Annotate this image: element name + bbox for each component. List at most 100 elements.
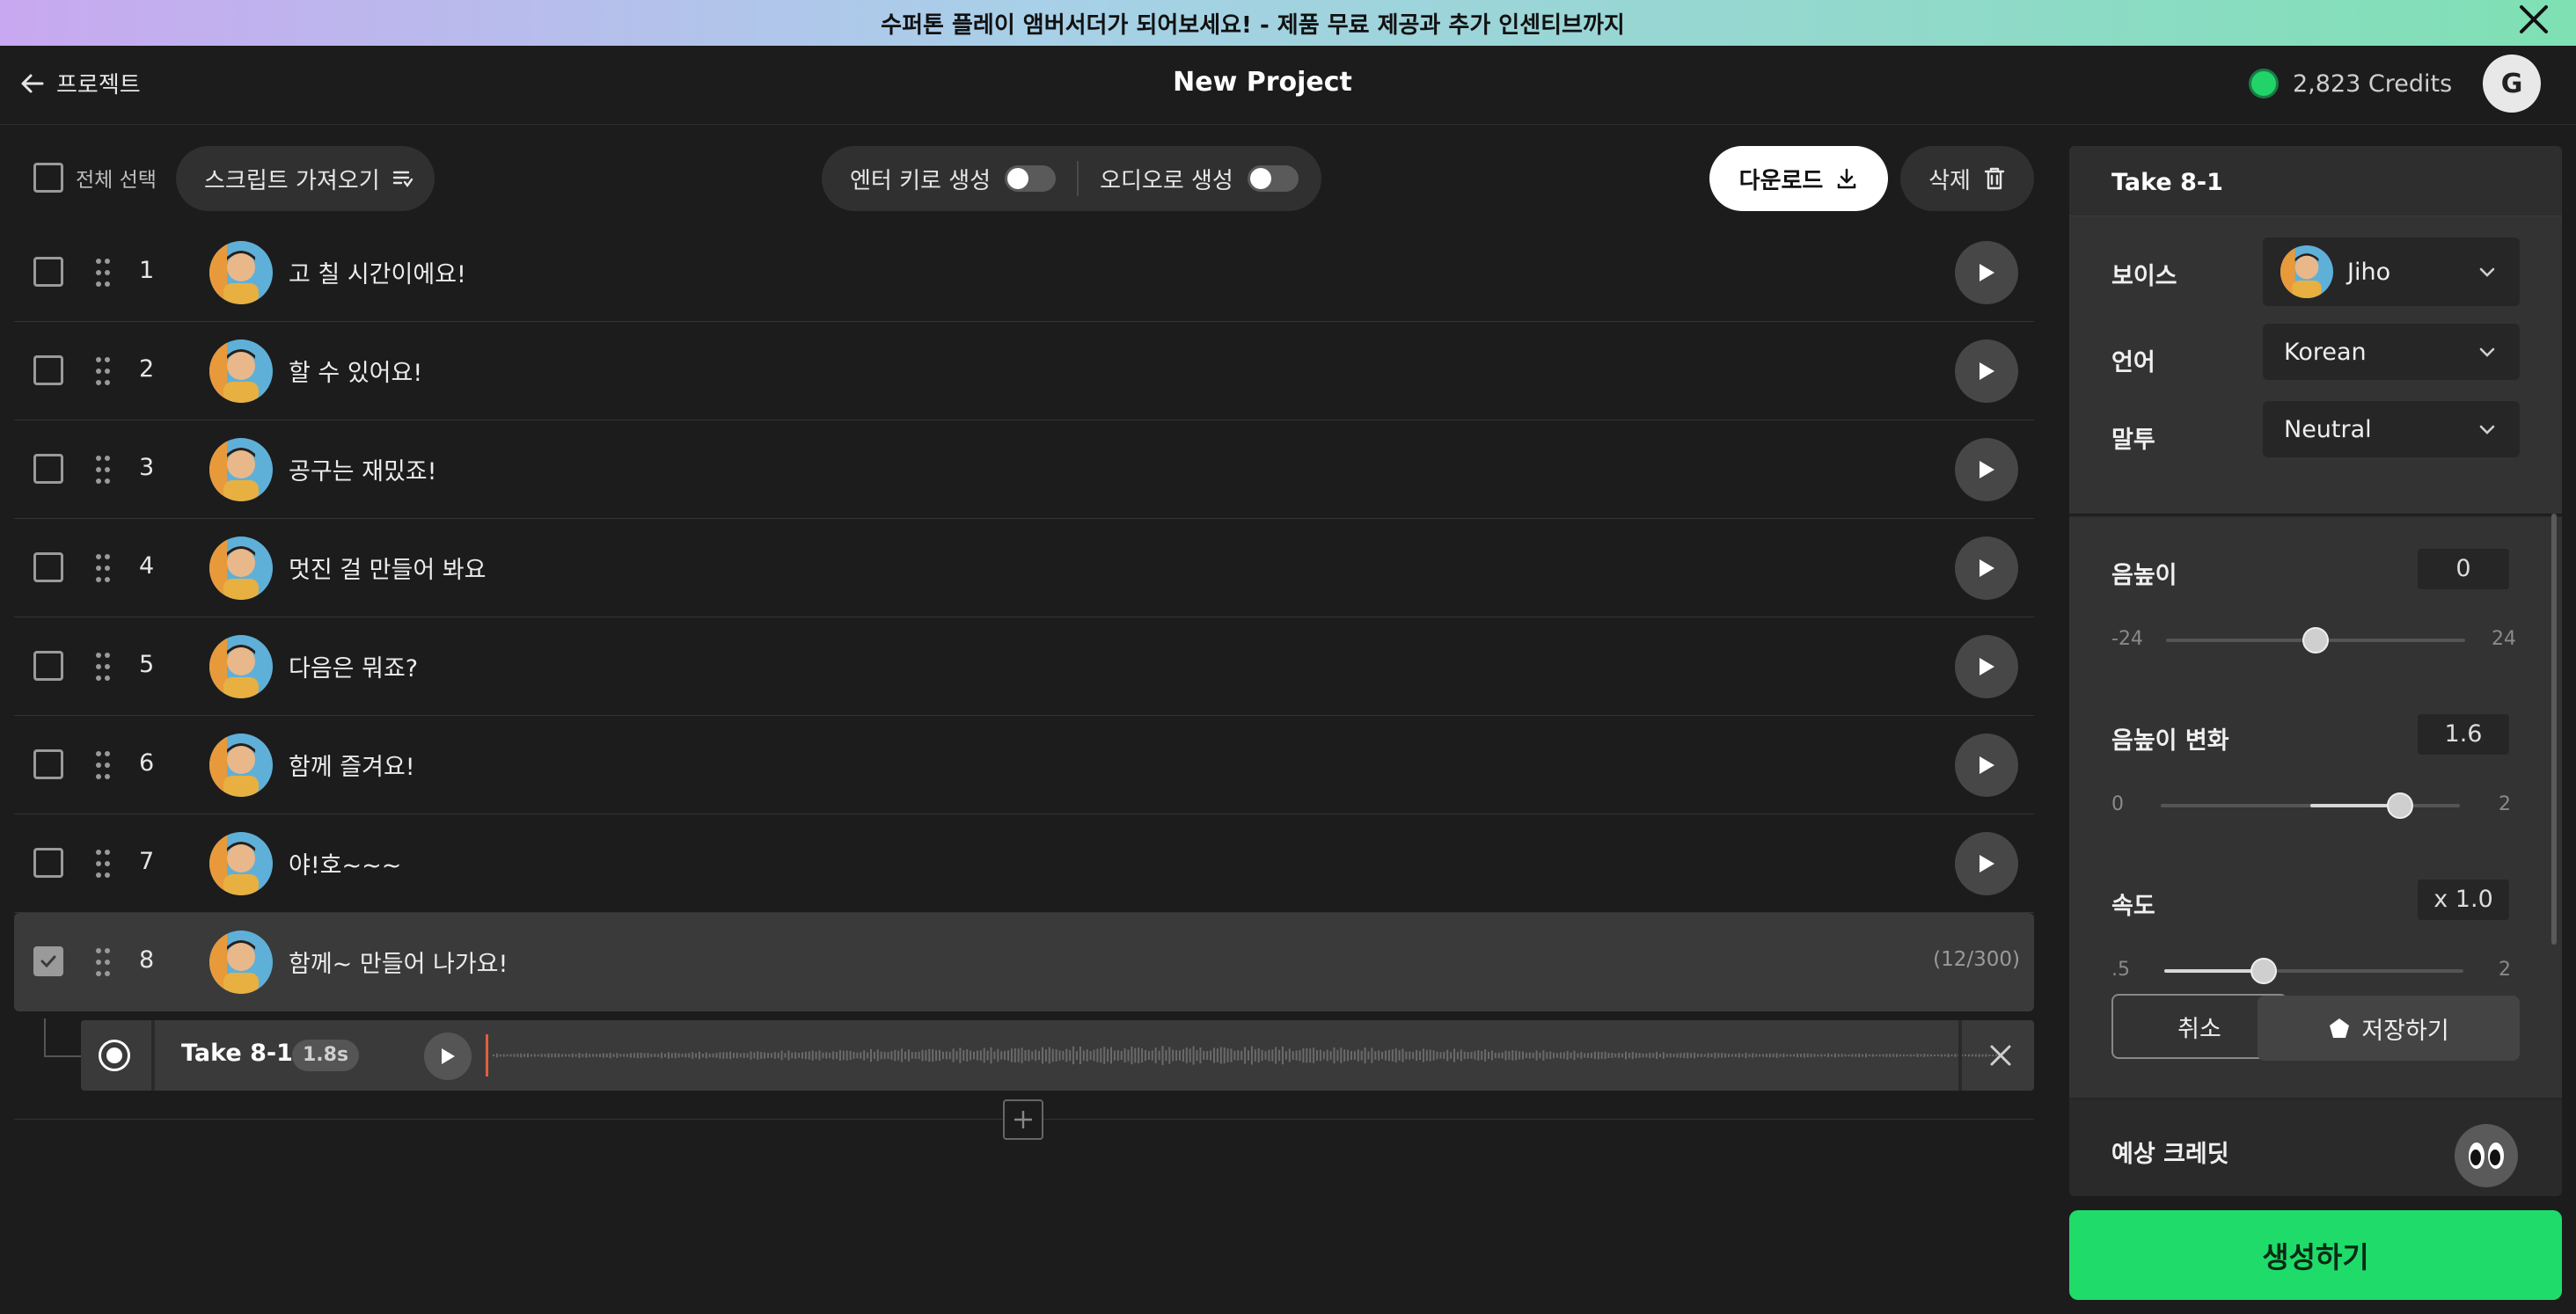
waveform-bar <box>1120 1051 1123 1060</box>
pitch-value[interactable]: 0 <box>2418 549 2509 589</box>
pitch-variation-value[interactable]: 1.6 <box>2418 714 2509 755</box>
row-checkbox[interactable] <box>33 257 63 287</box>
script-row[interactable]: 3 공구는 재밌죠! <box>14 420 2034 519</box>
drag-handle-icon[interactable] <box>95 848 111 880</box>
generate-button[interactable]: 생성하기 <box>2069 1210 2562 1300</box>
line-text[interactable]: 할 수 있어요! <box>289 354 422 388</box>
waveform-bar <box>1858 1053 1861 1058</box>
audio-generate-switch[interactable] <box>1247 165 1299 192</box>
row-checkbox[interactable] <box>33 355 63 385</box>
enter-generate-switch[interactable] <box>1005 165 1057 192</box>
delete-button[interactable]: 삭제 <box>1900 146 2034 211</box>
pitch-variation-label: 음높이 변화 <box>2111 727 2229 755</box>
script-row[interactable]: 6 함께 즐겨요! <box>14 716 2034 814</box>
play-button[interactable] <box>1955 635 2018 698</box>
waveform-bar <box>1793 1054 1796 1057</box>
language-select[interactable]: Korean <box>2263 324 2520 380</box>
take-select-radio[interactable] <box>99 1040 130 1071</box>
close-icon[interactable] <box>1981 1036 2020 1075</box>
take-play-button[interactable] <box>424 1033 472 1080</box>
row-checkbox[interactable] <box>33 848 63 878</box>
project-title[interactable]: New Project <box>0 67 2525 98</box>
drag-handle-icon[interactable] <box>95 257 111 288</box>
tone-select[interactable]: Neutral <box>2263 401 2520 457</box>
line-text[interactable]: 다음은 뭐죠? <box>289 649 418 683</box>
drag-handle-icon[interactable] <box>95 946 111 978</box>
waveform-bar <box>1724 1053 1727 1058</box>
script-row[interactable]: 7 야!호~~~ <box>14 814 2034 913</box>
script-row-selected[interactable]: 8 함께~ 만들어 나가요! (12/300) <box>14 913 2034 1011</box>
speed-value[interactable]: x 1.0 <box>2418 880 2509 920</box>
add-line-button[interactable] <box>1003 1099 1043 1140</box>
waveform-bar <box>1271 1049 1274 1062</box>
waveform-bar <box>1553 1052 1555 1059</box>
script-row[interactable]: 4 멋진 걸 만들어 봐요 <box>14 519 2034 617</box>
waveform-bar <box>1694 1052 1695 1059</box>
waveform-bar <box>1460 1049 1462 1062</box>
waveform-bar <box>692 1052 694 1059</box>
waveform-bar <box>1079 1047 1081 1064</box>
waveform-bar <box>544 1054 546 1057</box>
pitch-slider-thumb[interactable] <box>2302 627 2329 653</box>
play-button[interactable] <box>1955 241 2018 304</box>
save-button[interactable]: 저장하기 <box>2258 996 2520 1061</box>
waveform-bar <box>1387 1049 1390 1062</box>
waveform-bar <box>616 1053 618 1058</box>
line-text[interactable]: 함께 즐겨요! <box>289 748 415 782</box>
drag-handle-icon[interactable] <box>95 355 111 387</box>
waveform-bar <box>1385 1050 1387 1061</box>
play-button[interactable] <box>1955 832 2018 895</box>
waveform-bar <box>1210 1050 1212 1061</box>
pitch-variation-slider-thumb[interactable] <box>2387 792 2413 819</box>
estimated-credits-label: 예상 크레딧 <box>2111 1141 2229 1168</box>
waveform[interactable] <box>486 1029 2034 1082</box>
voice-select[interactable]: Jiho <box>2263 237 2520 306</box>
import-script-button[interactable]: 스크립트 가져오기 <box>176 146 435 211</box>
waveform-bar <box>1789 1054 1792 1057</box>
user-avatar[interactable]: G <box>2483 55 2541 113</box>
waveform-bar <box>1597 1051 1599 1060</box>
waveform-bar <box>1752 1053 1754 1058</box>
row-checkbox[interactable] <box>33 454 63 484</box>
panel-scrollbar[interactable] <box>2551 514 2557 945</box>
row-checkbox-checked[interactable] <box>33 946 63 976</box>
script-row[interactable]: 5 다음은 뭐죠? <box>14 617 2034 716</box>
line-text[interactable]: 공구는 재밌죠! <box>289 452 436 486</box>
select-all[interactable]: 전체 선택 <box>33 163 157 193</box>
promo-banner[interactable]: 수퍼톤 플레이 앰버서더가 되어보세요! - 제품 무료 제공과 추가 인센티브… <box>0 0 2576 46</box>
waveform-bar <box>1892 1054 1895 1057</box>
play-button[interactable] <box>1955 339 2018 403</box>
drag-handle-icon[interactable] <box>95 454 111 485</box>
waveform-bar <box>1896 1054 1899 1057</box>
waveform-bar <box>739 1053 742 1058</box>
waveform-bar <box>735 1052 738 1059</box>
select-all-checkbox[interactable] <box>33 163 63 193</box>
enter-generate-toggle[interactable]: 엔터 키로 생성 <box>850 163 1057 195</box>
play-button[interactable] <box>1955 537 2018 600</box>
waveform-bar <box>623 1054 626 1057</box>
line-text[interactable]: 고 칠 시간이에요! <box>289 255 466 289</box>
play-button[interactable] <box>1955 734 2018 797</box>
line-text[interactable]: 멋진 걸 만들어 봐요 <box>289 551 486 585</box>
drag-handle-icon[interactable] <box>95 651 111 683</box>
take-row[interactable]: Take 8-1 1.8s <box>81 1020 2034 1091</box>
drag-handle-icon[interactable] <box>95 749 111 781</box>
line-text[interactable]: 야!호~~~ <box>289 846 401 880</box>
script-row[interactable]: 2 할 수 있어요! <box>14 322 2034 420</box>
waveform-bar <box>853 1052 855 1059</box>
speed-slider-thumb[interactable] <box>2250 958 2278 984</box>
audio-generate-toggle[interactable]: 오디오로 생성 <box>1100 163 1299 195</box>
drag-handle-icon[interactable] <box>95 552 111 584</box>
line-text-editing[interactable]: 함께~ 만들어 나가요! <box>289 945 508 979</box>
row-checkbox[interactable] <box>33 749 63 779</box>
download-button[interactable]: 다운로드 <box>1709 146 1888 211</box>
waveform-bar <box>1453 1048 1455 1062</box>
script-row[interactable]: 1 고 칠 시간이에요! <box>14 223 2034 322</box>
waveform-bar <box>829 1053 831 1058</box>
row-checkbox[interactable] <box>33 651 63 681</box>
waveform-bar <box>1042 1047 1043 1064</box>
play-button[interactable] <box>1955 438 2018 501</box>
row-checkbox[interactable] <box>33 552 63 582</box>
waveform-bar <box>1154 1048 1157 1063</box>
close-icon[interactable] <box>2513 2 2555 40</box>
